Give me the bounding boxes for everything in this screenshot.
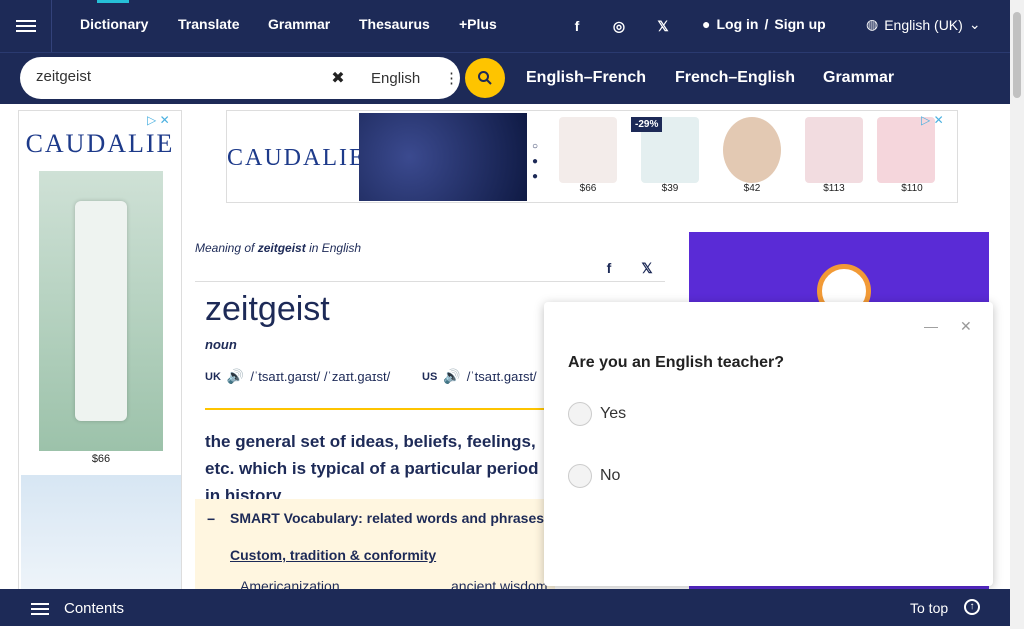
radio-no[interactable] [568,464,592,488]
ad-price-4: $113 [823,183,845,194]
share-bar: f 𝕏 [597,256,659,280]
user-icon: ● [702,16,711,32]
nav-plus[interactable]: +Plus [459,16,497,32]
radio-yes-label[interactable]: Yes [600,405,626,423]
teacher-survey-popup: — ✕ Are you an English teacher? Yes No [544,302,993,586]
login-area: ● Log in / Sign up [702,16,826,32]
contents-button[interactable]: Contents [64,600,124,617]
dictionary-select-label: English [371,69,421,87]
radio-no-label[interactable]: No [600,467,620,485]
instagram-icon[interactable]: ◎ [600,16,638,36]
meaning-caption: Meaning of zeitgeist in English [195,241,361,255]
discount-badge: -29% [631,117,663,132]
carousel-dots[interactable]: ○ ● ● [532,139,538,184]
search-input[interactable]: zeitgeist [36,68,316,85]
search-icon [478,71,492,85]
smart-vocabulary-title: SMART Vocabulary: related words and phra… [230,510,545,526]
main-menu-button[interactable] [0,0,52,52]
us-pronunciation: US 🔊 /ˈtsaɪt.ɡaɪst/ [422,368,537,385]
login-link[interactable]: Log in [716,16,758,32]
definition-text[interactable]: the general set of ideas, beliefs, feeli… [205,428,555,509]
facebook-icon[interactable]: f [558,16,596,36]
ad-banner-image [359,113,527,201]
radio-yes[interactable] [568,402,592,426]
language-label: English (UK) [884,16,963,33]
more-options-icon: ⋮ [444,70,459,87]
nav-dictionary[interactable]: Dictionary [80,0,148,32]
hamburger-icon [15,17,36,35]
meaning-word: zeitgeist [257,241,306,255]
clear-search-button[interactable]: ✖ [325,65,351,91]
ad-product-3 [723,117,781,183]
ad-price-3: $42 [743,183,761,194]
search-box: zeitgeist ✖ English ⋮ [20,57,460,99]
chevron-down-icon: ⌄ [968,16,981,32]
us-audio-speaker-icon[interactable]: 🔊 [443,368,460,385]
adchoices-icon[interactable]: ▷ ✕ [147,113,170,127]
scrollbar-thumb[interactable] [1013,12,1021,98]
us-ipa: /ˈtsaɪt.ɡaɪst/ [466,369,537,384]
definition-divider [205,408,550,410]
ad-brand-logo: CAUDALIE [25,129,175,158]
uk-audio-speaker-icon[interactable]: 🔊 [227,368,244,385]
nav-thesaurus[interactable]: Thesaurus [359,16,430,32]
signup-link[interactable]: Sign up [774,16,825,32]
smart-vocabulary-link[interactable]: Custom, tradition & conformity [230,547,436,563]
ad-price-2: $39 [661,183,679,194]
minimize-icon[interactable]: — [924,318,938,334]
adchoices-icon-banner[interactable]: ▷ ✕ [921,113,944,127]
x-twitter-icon[interactable]: 𝕏 [644,16,682,36]
scrollbar[interactable] [1010,0,1024,629]
ad-product-image-2 [21,475,181,589]
globe-icon: ◍ [866,16,879,32]
smart-vocabulary-panel: − SMART Vocabulary: related words and ph… [195,499,555,594]
contents-menu-icon[interactable] [31,600,49,618]
arrow-up-icon[interactable]: ↑ [964,599,980,615]
ad-product-1 [559,117,617,183]
nav-grammar[interactable]: Grammar [268,16,330,32]
share-x-icon[interactable]: 𝕏 [635,256,659,280]
part-of-speech[interactable]: noun [205,337,237,352]
meaning-suffix: in English [309,241,362,255]
divider [195,281,665,282]
collapse-icon[interactable]: − [207,511,215,527]
ad-price: $66 [91,453,111,465]
top-advertisement[interactable]: CAUDALIE ○ ● ● -29% $66 $39 $42 $113 $110 … [226,110,958,203]
language-selector[interactable]: ◍ English (UK) ⌄ [866,16,981,33]
ad-product-4 [805,117,863,183]
ad-price-1: $66 [579,183,597,194]
uk-ipa: /ˈtsaɪt.ɡaɪst/ /ˈzaɪt.ɡaɪst/ [250,369,391,384]
meaning-prefix: Meaning of [195,241,255,255]
survey-question: Are you an English teacher? [568,354,785,371]
search-button[interactable] [465,58,505,98]
share-facebook-icon[interactable]: f [597,256,621,280]
ad-product-image [39,171,163,451]
ad-price-5: $110 [901,183,923,194]
tab-grammar[interactable]: Grammar [823,69,894,87]
uk-pronunciation: UK 🔊 /ˈtsaɪt.ɡaɪst/ /ˈzaɪt.ɡaɪst/ [205,368,390,385]
tab-english-french[interactable]: English–French [526,69,646,87]
login-separator: / [764,16,769,32]
dictionary-select[interactable]: English ⋮ [353,63,471,93]
uk-label: UK [205,370,221,383]
left-advertisement[interactable]: ▷ ✕ CAUDALIE $66 [18,110,182,590]
to-top-button[interactable]: To top [910,600,948,616]
us-label: US [422,370,438,383]
bottom-bar: Contents To top ↑ [0,589,1010,626]
top-navbar: Dictionary Translate Grammar Thesaurus +… [0,0,1010,52]
tab-french-english[interactable]: French–English [675,69,795,87]
headword: zeitgeist [205,290,330,328]
close-icon[interactable]: ✕ [960,318,972,335]
ad-brand-logo-banner: CAUDALIE [227,145,366,171]
nav-translate[interactable]: Translate [178,16,239,32]
